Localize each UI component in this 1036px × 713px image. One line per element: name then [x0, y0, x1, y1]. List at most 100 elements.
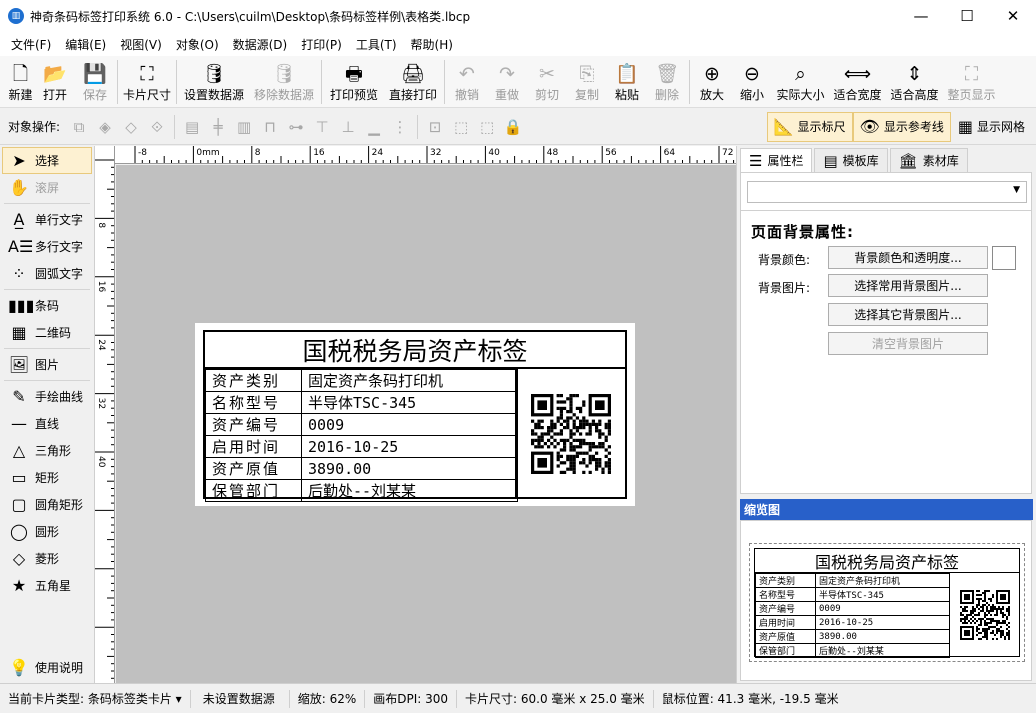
- same-size-icon[interactable]: ⊡: [422, 114, 448, 140]
- toolbar-print-preview-button[interactable]: 🖶 打印预览: [324, 56, 384, 108]
- toolbar-undo-button[interactable]: ↶ 撤销: [447, 56, 487, 108]
- tool-pointer[interactable]: ➤ 选择: [2, 147, 92, 174]
- tool-image[interactable]: 🖼 图片: [0, 351, 94, 378]
- menu-item[interactable]: 帮助(H): [404, 36, 460, 53]
- tool-rounded-rectangle[interactable]: ▢ 圆角矩形: [0, 491, 94, 518]
- tool-triangle[interactable]: △ 三角形: [0, 437, 94, 464]
- minimize-button[interactable]: —: [898, 0, 944, 32]
- tool-star[interactable]: ★ 五角星: [0, 572, 94, 599]
- send-back-icon[interactable]: ⟐: [144, 114, 170, 140]
- label-value[interactable]: 3890.00: [301, 457, 518, 480]
- distribute-h-icon[interactable]: ⊶: [283, 114, 309, 140]
- clear-bg-image-button[interactable]: 清空背景图片: [828, 332, 988, 355]
- label-key[interactable]: 名称型号: [205, 391, 302, 414]
- label-key[interactable]: 保管部门: [205, 479, 302, 502]
- label-value[interactable]: 半导体TSC-345: [301, 391, 518, 414]
- label-key[interactable]: 启用时间: [205, 435, 302, 458]
- label-table[interactable]: 资产类别 固定资产条码打印机 名称型号 半导体TSC-345 资产编号 0009 启用时间 2…: [205, 369, 518, 502]
- toggle-guideline[interactable]: 👁 显示参考线: [852, 111, 951, 142]
- tool-circle[interactable]: ◯ 圆形: [0, 518, 94, 545]
- toolbar-set-datasource-button[interactable]: 🛢 设置数据源: [179, 56, 249, 108]
- menu-item[interactable]: 数据源(D): [226, 36, 295, 53]
- toolbar-print-button[interactable]: 🖨 直接打印: [384, 56, 442, 108]
- align-center-icon[interactable]: ╪: [205, 114, 231, 140]
- menu-item[interactable]: 文件(F): [4, 36, 58, 53]
- label-key[interactable]: 资产编号: [205, 413, 302, 436]
- tool-freehand[interactable]: ✎ 手绘曲线: [0, 383, 94, 410]
- toolbar-full-page-button[interactable]: ⛶ 整页显示: [943, 56, 1000, 108]
- card-type-status[interactable]: 当前卡片类型: 条码标签类卡片 ▾: [0, 689, 191, 708]
- align-top-icon[interactable]: ⊓: [257, 114, 283, 140]
- horizontal-ruler: -8 0mm 8 16 24 32 40 48 56 64 72: [115, 146, 736, 164]
- close-button[interactable]: ✕: [990, 0, 1036, 32]
- menu-item[interactable]: 编辑(E): [58, 36, 113, 53]
- toolbar-save-button[interactable]: 💾 保存: [75, 56, 115, 108]
- tab-template[interactable]: ▤ 模板库: [814, 148, 888, 172]
- label-card[interactable]: 国税税务局资产标签 资产类别 固定资产条码打印机 名称型号 半导体TSC-345 资产编…: [195, 323, 635, 506]
- toolbar-open-button[interactable]: 📂 打开: [35, 56, 75, 108]
- freehand-icon: ✎: [12, 387, 26, 406]
- thumbnail-label[interactable]: 国税税务局资产标签 资产类别 固定资产条码打印机 名称型号 半导体TSC-345 资产编…: [749, 543, 1025, 662]
- label-title[interactable]: 国税税务局资产标签: [205, 332, 625, 369]
- align-left-icon[interactable]: ▤: [179, 114, 205, 140]
- bg-other-image-button[interactable]: 选择其它背景图片...: [828, 303, 988, 326]
- toolbar-redo-button[interactable]: ↷ 重做: [487, 56, 527, 108]
- tool-arc-text[interactable]: ⁘ 圆弧文字: [0, 260, 94, 287]
- menu-item[interactable]: 视图(V): [113, 36, 169, 53]
- tool-qrcode[interactable]: ▦ 二维码: [0, 319, 94, 346]
- qrcode-image[interactable]: [531, 394, 611, 474]
- tool-diamond[interactable]: ◇ 菱形: [0, 545, 94, 572]
- bg-color-swatch[interactable]: [992, 246, 1016, 270]
- lock-icon[interactable]: 🔒: [500, 114, 526, 140]
- ungroup-icon[interactable]: ⬚: [474, 114, 500, 140]
- toggle-grid[interactable]: ▦ 显示网格: [951, 112, 1032, 142]
- send-backward-icon[interactable]: ◇: [118, 114, 144, 140]
- toolbar-copy-button[interactable]: ⎘ 复制: [567, 56, 607, 108]
- toolbar-separator: [176, 60, 177, 104]
- toolbar-remove-datasource-button[interactable]: 🛢 移除数据源: [249, 56, 319, 108]
- toolbar-new-file-button[interactable]: 🗋 新建: [6, 56, 35, 108]
- maximize-button[interactable]: ☐: [944, 0, 990, 32]
- toggle-ruler[interactable]: 📐 显示标尺: [766, 111, 853, 142]
- align-middle-icon[interactable]: ⊥: [335, 114, 361, 140]
- label-key[interactable]: 资产原值: [205, 457, 302, 480]
- tool-hand[interactable]: ✋ 滚屏: [0, 174, 94, 201]
- toolbar-delete-button[interactable]: 🗑 删除: [647, 56, 687, 108]
- object-select-dropdown[interactable]: ▼: [747, 181, 1027, 203]
- group-icon[interactable]: ⬚: [448, 114, 474, 140]
- tool-barcode[interactable]: ▮▮▮ 条码: [0, 292, 94, 319]
- tool-rectangle[interactable]: ▭ 矩形: [0, 464, 94, 491]
- tool-line[interactable]: — 直线: [0, 410, 94, 437]
- menu-item[interactable]: 工具(T): [349, 36, 404, 53]
- label-value[interactable]: 0009: [301, 413, 518, 436]
- toolbar-zoom-out-button[interactable]: ⊖ 缩小: [732, 56, 772, 108]
- align-right-icon[interactable]: ▥: [231, 114, 257, 140]
- toolbar-cut-button[interactable]: ✂ 剪切: [527, 56, 567, 108]
- toolbar-fit-height-button[interactable]: ⇕ 适合高度: [886, 56, 943, 108]
- toolbar-fit-width-button[interactable]: ⟺ 适合宽度: [829, 56, 886, 108]
- label-value[interactable]: 2016-10-25: [301, 435, 518, 458]
- menu-item[interactable]: 打印(P): [294, 36, 349, 53]
- tab-library[interactable]: 🏛 素材库: [889, 148, 968, 172]
- toolbar-card-size-button[interactable]: ⛶ 卡片尺寸: [120, 56, 174, 108]
- distribute-v-icon[interactable]: ⋮: [387, 114, 413, 140]
- tab-properties[interactable]: ☰ 属性栏: [740, 148, 813, 172]
- label-value[interactable]: 后勤处--刘某某: [301, 479, 518, 502]
- object-ops-label: 对象操作:: [8, 120, 61, 134]
- help-button[interactable]: 💡 使用说明: [0, 654, 94, 681]
- bring-front-icon[interactable]: ⧉: [66, 114, 92, 140]
- bg-color-button[interactable]: 背景颜色和透明度...: [828, 246, 988, 269]
- object-ops-icons: ⧉ ◈ ◇ ⟐ ▤ ╪ ▥ ⊓ ⊶ ⊤ ⊥ ▁ ⋮ ⊡ ⬚ ⬚ 🔒: [66, 114, 526, 140]
- toolbar-zoom-in-button[interactable]: ⊕ 放大: [692, 56, 732, 108]
- align-bottom-icon[interactable]: ▁: [361, 114, 387, 140]
- toolbar-paste-button[interactable]: 📋 粘贴: [607, 56, 647, 108]
- bring-forward-icon[interactable]: ◈: [92, 114, 118, 140]
- label-value[interactable]: 固定资产条码打印机: [301, 369, 518, 392]
- bg-common-image-button[interactable]: 选择常用背景图片...: [828, 274, 988, 297]
- align-top2-icon[interactable]: ⊤: [309, 114, 335, 140]
- tool-multi-line-text[interactable]: A☰ 多行文字: [0, 233, 94, 260]
- tool-single-line-text[interactable]: A̲ 单行文字: [0, 206, 94, 233]
- toolbar-actual-size-button[interactable]: ⌕ 实际大小: [772, 56, 829, 108]
- menu-item[interactable]: 对象(O): [169, 36, 226, 53]
- label-key[interactable]: 资产类别: [205, 369, 302, 392]
